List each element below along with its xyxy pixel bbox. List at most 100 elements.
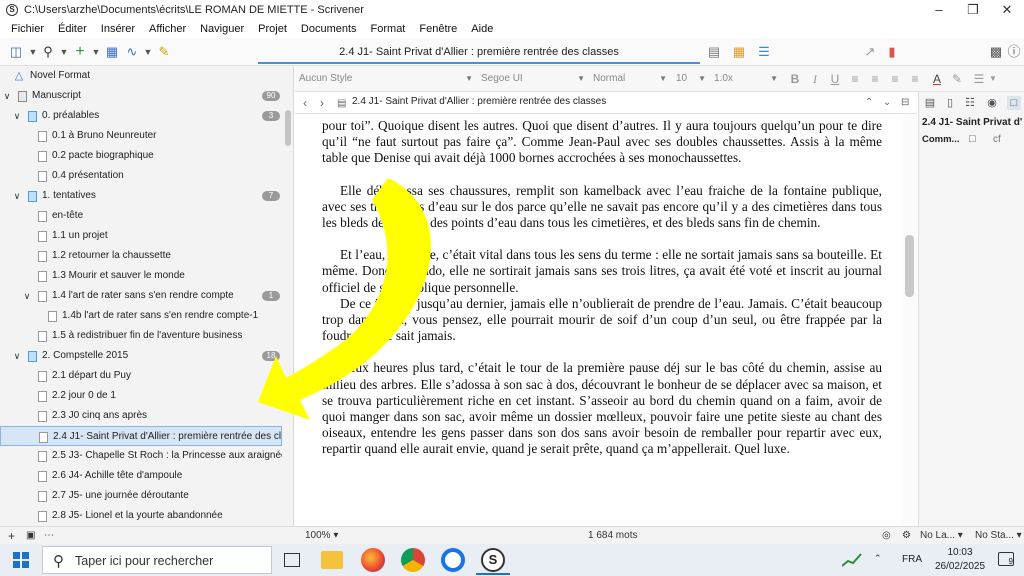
align-right-icon[interactable]: ≡ xyxy=(887,70,903,88)
editor-paragraph[interactable]: Deux heures plus tard, c’était le tour d… xyxy=(296,360,902,457)
menu-format[interactable]: Format xyxy=(364,23,413,35)
snapshot-camera-icon[interactable]: ◉ xyxy=(985,96,999,110)
add-item-icon[interactable]: + xyxy=(8,529,15,543)
chrome-icon[interactable] xyxy=(401,548,425,572)
close-button[interactable]: ✕ xyxy=(990,0,1024,20)
binder-item[interactable]: 0.1 à Bruno Neunreuter xyxy=(0,126,282,146)
highlight-icon[interactable]: ✎ xyxy=(949,70,965,88)
attachment-icon[interactable]: ∿ xyxy=(124,44,140,60)
binder-item[interactable]: 2.3 J0 cinq ans après xyxy=(0,406,282,426)
bookmark-icon[interactable]: ▮ xyxy=(884,44,900,60)
binder-item[interactable]: 2.5 J3- Chapelle St Roch : la Princesse … xyxy=(0,446,282,466)
align-center-icon[interactable]: ≡ xyxy=(867,70,883,88)
status-select[interactable]: No Sta... ▾ xyxy=(975,529,1022,543)
binder-item[interactable]: 2.1 départ du Puy xyxy=(0,366,282,386)
editor-scrollbar-thumb[interactable] xyxy=(905,235,914,297)
attachment-dropdown-icon[interactable]: ▼ xyxy=(140,44,156,60)
underline-button[interactable]: U xyxy=(827,70,843,88)
chevron-down-icon[interactable]: ∨ xyxy=(12,346,22,366)
inspector-comments-tab[interactable]: Comm... xyxy=(922,134,959,145)
binder-item[interactable]: ∨ 2. Compstelle 2015 18 xyxy=(0,346,282,366)
menu-afficher[interactable]: Afficher xyxy=(142,23,193,35)
forward-icon[interactable]: › xyxy=(320,95,324,111)
up-icon[interactable]: ⌃ xyxy=(865,95,873,111)
chevron-down-icon[interactable]: ∨ xyxy=(12,186,22,206)
footer-settings-icon[interactable]: ⚙ xyxy=(902,529,911,543)
binder-item[interactable]: 2.6 J4- Achille tête d'ampoule xyxy=(0,466,282,486)
notifications-icon[interactable]: 9 xyxy=(998,552,1014,566)
outline-view-icon[interactable]: ☰ xyxy=(756,44,772,60)
add-comment-icon[interactable]: □ xyxy=(969,133,976,145)
chevron-down-icon[interactable]: ∨ xyxy=(22,286,32,306)
add-icon[interactable]: + xyxy=(72,44,88,60)
menu-editer[interactable]: Éditer xyxy=(51,23,94,35)
scrivener-taskbar-icon[interactable]: S xyxy=(481,548,505,572)
italic-button[interactable]: I xyxy=(807,70,823,88)
align-justify-icon[interactable]: ≡ xyxy=(907,70,923,88)
binder-item[interactable]: ∨ 1. tentatives 7 xyxy=(0,186,282,206)
menu-projet[interactable]: Projet xyxy=(251,23,294,35)
binder-item[interactable]: en-tête xyxy=(0,206,282,226)
menu-fenetre[interactable]: Fenêtre xyxy=(412,23,464,35)
inspector-cf-label[interactable]: cf xyxy=(993,134,1001,145)
compose-icon[interactable]: ▩ xyxy=(988,44,1004,60)
firefox-icon[interactable] xyxy=(361,548,385,572)
minimize-button[interactable]: – xyxy=(922,0,956,20)
maximize-button[interactable]: ❐ xyxy=(956,0,990,20)
editor-paragraph[interactable]: Et l’eau, pour elle, c’était vital dans … xyxy=(296,247,902,296)
binder-item[interactable]: 2.2 jour 0 de 1 xyxy=(0,386,282,406)
binder-item[interactable]: ∨ 1.4 l'art de rater sans s'en rendre com… xyxy=(0,286,282,306)
binder-item[interactable]: △ Novel Format xyxy=(0,66,282,86)
binder-item[interactable]: 0.2 pacte biographique xyxy=(0,146,282,166)
clock-date[interactable]: 26/02/2025 xyxy=(930,561,990,572)
edit-note-icon[interactable]: ✎ xyxy=(156,44,172,60)
editor-paragraph[interactable]: Elle débarrassa ses chaussures, remplit … xyxy=(296,183,902,232)
down-icon[interactable]: ⌄ xyxy=(883,95,891,111)
split-close-icon[interactable]: ⊟ xyxy=(901,95,909,111)
bookmark-outline-icon[interactable]: ▯ xyxy=(943,96,957,110)
header-document-title[interactable]: 2.4 J1- Saint Privat d'Allier : première… xyxy=(352,96,606,107)
back-icon[interactable]: ‹ xyxy=(303,95,307,111)
chevron-down-icon[interactable]: ∨ xyxy=(12,106,22,126)
metadata-icon[interactable]: ☷ xyxy=(963,96,977,110)
task-view-icon[interactable] xyxy=(284,553,300,567)
text-color-icon[interactable]: A xyxy=(929,70,945,88)
target-icon[interactable]: ◎ xyxy=(882,529,891,543)
trash-icon[interactable]: ▦ xyxy=(104,44,120,60)
label-select[interactable]: No La... ▾ xyxy=(920,529,963,543)
app-circle-icon[interactable] xyxy=(441,548,465,572)
dropdown-chevron-icon[interactable]: ▼ xyxy=(25,44,41,60)
binder-item[interactable]: 1.4b l'art de rater sans s'en rendre com… xyxy=(0,306,282,326)
corkboard-view-icon[interactable]: ▦ xyxy=(731,44,747,60)
font-select[interactable]: Segoe UI ▼ xyxy=(481,70,587,88)
inspector-toggle-icon[interactable]: ⓘ xyxy=(1006,44,1022,60)
editor-paragraph[interactable]: De ce jour-là, jusqu’au dernier, jamais … xyxy=(296,296,902,345)
share-icon[interactable]: ↗ xyxy=(862,44,878,60)
taskbar-search-input[interactable]: ⚲ Taper ici pour rechercher xyxy=(42,546,272,574)
binder-item[interactable]: 2.7 J5- une journée déroutante xyxy=(0,486,282,506)
binder-item[interactable]: 2.4 J1- Saint Privat d'Allier : première… xyxy=(0,426,282,446)
binder-item[interactable]: 1.1 un projet xyxy=(0,226,282,246)
style-select[interactable]: Aucun Style ▼ xyxy=(299,70,475,88)
weight-select[interactable]: Normal ▼ xyxy=(593,70,669,88)
binder-item[interactable]: ∨ 0. préalables 3 xyxy=(0,106,282,126)
notebook-icon[interactable]: ▤ xyxy=(923,96,937,110)
menu-fichier[interactable]: Fichier xyxy=(4,23,51,35)
menu-inserer[interactable]: Insérer xyxy=(94,23,142,35)
document-view-icon[interactable]: ▤ xyxy=(706,44,722,60)
binder-item[interactable]: 1.2 retourner la chaussette xyxy=(0,246,282,266)
align-left-icon[interactable]: ≡ xyxy=(847,70,863,88)
text-editor[interactable]: pour toi”. Quoique disent les autres. Qu… xyxy=(296,114,902,524)
menu-aide[interactable]: Aide xyxy=(464,23,500,35)
binder-item[interactable]: ∨ Manuscript 90 xyxy=(0,86,282,106)
clock-time[interactable]: 10:03 xyxy=(940,547,980,558)
binder-toggle-icon[interactable]: ◫ xyxy=(8,44,24,60)
search-icon[interactable]: ⚲ xyxy=(40,44,56,60)
add-dropdown-icon[interactable]: ▼ xyxy=(88,44,104,60)
tray-chevron-icon[interactable]: ⌃ xyxy=(874,553,882,564)
editor-paragraph[interactable]: pour toi”. Quoique disent les autres. Qu… xyxy=(296,118,902,167)
bold-button[interactable]: B xyxy=(787,70,803,88)
menu-naviguer[interactable]: Naviguer xyxy=(193,23,251,35)
network-chart-icon[interactable] xyxy=(841,552,862,568)
add-folder-icon[interactable]: ▣ xyxy=(26,529,35,543)
